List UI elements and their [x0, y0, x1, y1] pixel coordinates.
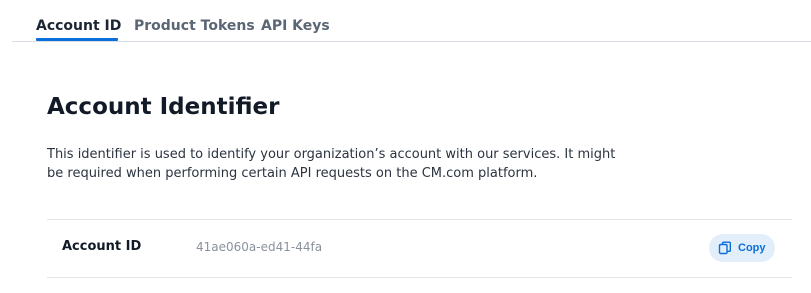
page-description: This identifier is used to identify your… [47, 147, 616, 181]
account-id-row: Account ID 41ae060a-ed41-44fa Copy [47, 219, 792, 278]
copy-button[interactable]: Copy [709, 234, 775, 262]
account-id-value[interactable]: 41ae060a-ed41-44fa [196, 240, 322, 254]
copy-button-label: Copy [738, 242, 766, 254]
tab-api-keys[interactable]: API Keys [261, 18, 330, 34]
page-title: Account Identifier [47, 94, 280, 120]
copy-icon [718, 241, 732, 255]
active-tab-indicator [36, 38, 118, 41]
account-id-label: Account ID [62, 239, 142, 254]
tab-account-id[interactable]: Account ID [36, 18, 121, 34]
tab-bar: Account ID Product Tokens API Keys [12, 0, 811, 42]
tab-product-tokens[interactable]: Product Tokens [134, 18, 255, 34]
